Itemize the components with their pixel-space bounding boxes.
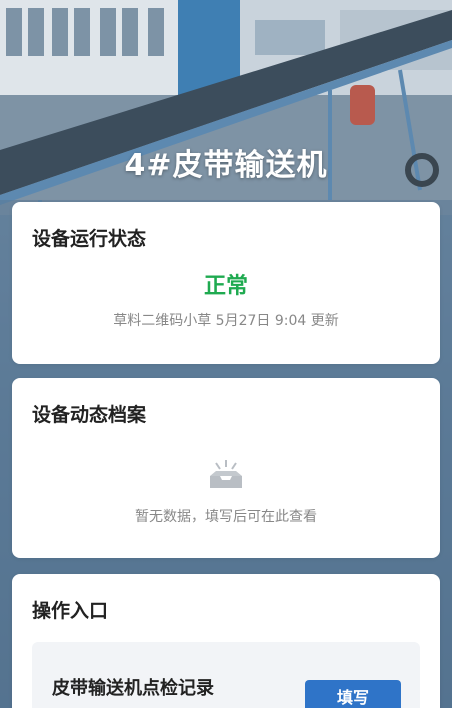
device-archive-card-title: 设备动态档案 — [32, 404, 147, 426]
empty-inbox-icon — [210, 460, 242, 488]
device-status-update-note: 草料二维码小草 5月27日 9:04 更新 — [113, 313, 339, 329]
device-status-card-title: 设备运行状态 — [32, 228, 147, 250]
device-status-value: 正常 — [203, 274, 248, 299]
operations-card: 操作入口 皮带输送机点检记录 填写 — [12, 574, 440, 708]
device-archive-card: 设备动态档案 暂无数据，填写后可在此查看 — [12, 378, 440, 558]
entry-label: 皮带输送机点检记录 — [52, 678, 214, 699]
list-item[interactable]: 皮带输送机点检记录 填写 — [32, 642, 420, 708]
operations-card-title: 操作入口 — [32, 600, 109, 622]
empty-state-text: 暂无数据，填写后可在此查看 — [135, 509, 317, 525]
device-status-card: 设备运行状态 正常 草料二维码小草 5月27日 9:04 更新 — [12, 202, 440, 364]
page-title: 4#皮带输送机 — [124, 148, 328, 183]
fill-button[interactable]: 填写 — [305, 680, 401, 708]
